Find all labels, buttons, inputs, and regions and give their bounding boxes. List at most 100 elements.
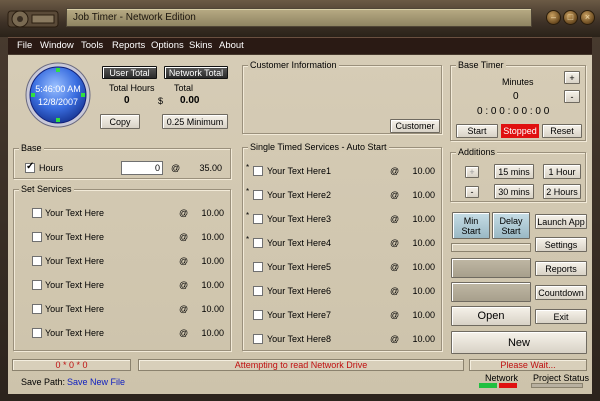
customer-button[interactable]: Customer — [390, 119, 440, 133]
reports-button[interactable]: Reports — [535, 261, 587, 276]
settings-button[interactable]: Settings — [535, 237, 587, 252]
network-label: Network — [485, 373, 519, 383]
clock-date: 12/8/2007 — [37, 97, 79, 107]
single-timed-label: Your Text Here2 — [267, 190, 332, 200]
blank-button-2[interactable] — [451, 282, 531, 302]
min-start-line1: Min — [463, 215, 479, 226]
minutes-value: 0 — [513, 91, 519, 102]
set-service-checkbox[interactable] — [32, 232, 42, 242]
close-button[interactable]: × — [580, 10, 595, 25]
set-service-checkbox[interactable] — [32, 256, 42, 266]
total-hours-label: Total Hours — [109, 83, 155, 93]
single-timed-checkbox[interactable] — [253, 334, 263, 344]
single-timed-rate: 10.00 — [412, 166, 435, 176]
delay-start-button[interactable]: Delay Start — [492, 212, 530, 239]
minutes-minus-button[interactable]: - — [564, 90, 580, 103]
set-service-at: @ — [179, 280, 189, 290]
open-button[interactable]: Open — [451, 306, 531, 326]
project-status-indicator — [531, 383, 583, 388]
single-timed-rate: 10.00 — [412, 238, 435, 248]
network-total-button[interactable]: Network Total — [164, 66, 228, 79]
single-timed-group: Single Timed Services - Auto Start * You… — [242, 142, 442, 351]
menu-about[interactable]: About — [219, 40, 244, 51]
maximize-button[interactable]: □ — [563, 10, 578, 25]
single-timed-at: @ — [390, 310, 400, 320]
single-timed-checkbox[interactable] — [253, 310, 263, 320]
single-timed-label: Your Text Here4 — [267, 238, 332, 248]
title-bar[interactable]: Job Timer - Network Edition – □ × — [0, 0, 600, 37]
minutes-label: Minutes — [502, 77, 534, 87]
timer-reset-button[interactable]: Reset — [542, 124, 582, 138]
minimum-button[interactable]: 0.25 Minimum — [162, 114, 228, 129]
set-service-label: Your Text Here — [45, 304, 105, 314]
base-rate: 35.00 — [199, 163, 222, 173]
user-total-button[interactable]: User Total — [102, 66, 157, 79]
single-timed-at: @ — [390, 262, 400, 272]
save-path-value[interactable]: Save New File — [67, 377, 125, 387]
clock-time: 5:46:00 AM — [35, 84, 81, 94]
timer-start-button[interactable]: Start — [456, 124, 498, 138]
set-service-rate: 10.00 — [201, 256, 224, 266]
additions-title: Additions — [456, 147, 498, 157]
set-service-at: @ — [179, 256, 189, 266]
auto-start-marker: * — [246, 187, 250, 196]
counter-display: 0 * 0 * 0 — [12, 359, 131, 371]
single-timed-at: @ — [390, 190, 400, 200]
add-1-hour-button[interactable]: 1 Hour — [543, 164, 581, 179]
single-timed-at: @ — [390, 286, 400, 296]
hours-input[interactable] — [121, 161, 163, 175]
menu-options[interactable]: Options — [151, 40, 184, 51]
menu-reports[interactable]: Reports — [112, 40, 145, 51]
additions-plus-button[interactable]: + — [465, 166, 479, 178]
launch-app-button[interactable]: Launch App — [535, 214, 587, 229]
single-timed-checkbox[interactable] — [253, 214, 263, 224]
add-30-mins-button[interactable]: 30 mins — [494, 184, 534, 199]
progress-bar — [451, 243, 531, 252]
single-timed-checkbox[interactable] — [253, 166, 263, 176]
single-timed-at: @ — [390, 334, 400, 344]
single-timed-at: @ — [390, 214, 400, 224]
menu-file[interactable]: File — [17, 40, 32, 51]
additions-minus-button[interactable]: - — [465, 186, 479, 198]
base-title: Base — [19, 143, 44, 153]
add-2-hours-button[interactable]: 2 Hours — [543, 184, 581, 199]
app-window: Job Timer - Network Edition – □ × File W… — [0, 0, 600, 401]
timer-status: Stopped — [501, 124, 539, 138]
status-message: Attempting to read Network Drive — [138, 359, 464, 371]
countdown-button[interactable]: Countdown — [535, 285, 587, 300]
single-timed-label: Your Text Here3 — [267, 214, 332, 224]
copy-button[interactable]: Copy — [100, 114, 140, 129]
minutes-plus-button[interactable]: + — [564, 71, 580, 84]
set-service-checkbox[interactable] — [32, 208, 42, 218]
base-group: Base Hours @ 35.00 — [13, 143, 231, 179]
single-timed-at: @ — [390, 238, 400, 248]
minimize-button[interactable]: – — [546, 10, 561, 25]
single-timed-rate: 10.00 — [412, 334, 435, 344]
set-service-at: @ — [179, 232, 189, 242]
blank-button-1[interactable] — [451, 258, 531, 278]
new-button[interactable]: New — [451, 331, 587, 354]
set-service-checkbox[interactable] — [32, 304, 42, 314]
set-service-checkbox[interactable] — [32, 328, 42, 338]
menu-skins[interactable]: Skins — [189, 40, 212, 51]
add-15-mins-button[interactable]: 15 mins — [494, 164, 534, 179]
min-start-button[interactable]: Min Start — [452, 212, 490, 239]
menu-window[interactable]: Window — [40, 40, 74, 51]
exit-button[interactable]: Exit — [535, 309, 587, 324]
network-led-red — [499, 383, 517, 388]
network-led-green — [479, 383, 497, 388]
hours-checkbox[interactable] — [25, 161, 35, 173]
single-timed-checkbox[interactable] — [253, 262, 263, 272]
set-service-label: Your Text Here — [45, 232, 105, 242]
single-timed-title: Single Timed Services - Auto Start — [248, 142, 389, 152]
single-timed-checkbox[interactable] — [253, 238, 263, 248]
menu-tools[interactable]: Tools — [81, 40, 103, 51]
set-service-label: Your Text Here — [45, 256, 105, 266]
single-timed-label: Your Text Here7 — [267, 310, 332, 320]
set-service-checkbox[interactable] — [32, 280, 42, 290]
menu-bar: File Window Tools Reports Options Skins … — [8, 37, 592, 54]
single-timed-checkbox[interactable] — [253, 286, 263, 296]
single-timed-checkbox[interactable] — [253, 190, 263, 200]
base-at: @ — [171, 163, 181, 173]
min-start-line2: Start — [461, 225, 481, 236]
